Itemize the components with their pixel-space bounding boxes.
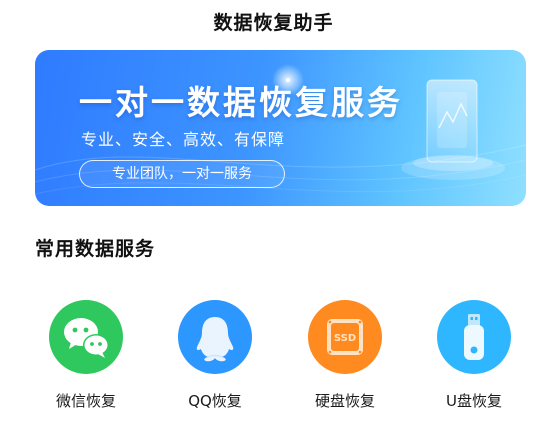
service-label: 硬盘恢复 [314, 392, 375, 410]
service-label: 微信恢复 [55, 392, 116, 410]
service-banner[interactable]: 一对一数据恢复服务 专业、安全、高效、有保障 专业团队，一对一服务 [35, 50, 526, 206]
banner-pill: 专业团队，一对一服务 [79, 160, 285, 188]
wechat-icon [49, 300, 123, 374]
service-usb-recovery[interactable]: U盘恢复 [419, 300, 529, 415]
svg-text:SSD: SSD [334, 333, 356, 344]
service-label: QQ恢复 [188, 392, 242, 410]
service-qq-recovery[interactable]: QQ恢复 [160, 300, 270, 415]
banner-headline: 一对一数据恢复服务 [79, 83, 403, 122]
section-title: 常用数据服务 [35, 238, 156, 260]
usb-icon [437, 300, 511, 374]
service-label: U盘恢复 [446, 392, 502, 410]
service-wechat-recovery[interactable]: 微信恢复 [31, 300, 141, 415]
qq-icon [178, 300, 252, 374]
service-disk-recovery[interactable]: SSD 硬盘恢复 [290, 300, 400, 415]
banner-subline: 专业、安全、高效、有保障 [81, 130, 286, 149]
ssd-icon: SSD [308, 300, 382, 374]
page-title: 数据恢复助手 [213, 12, 334, 34]
